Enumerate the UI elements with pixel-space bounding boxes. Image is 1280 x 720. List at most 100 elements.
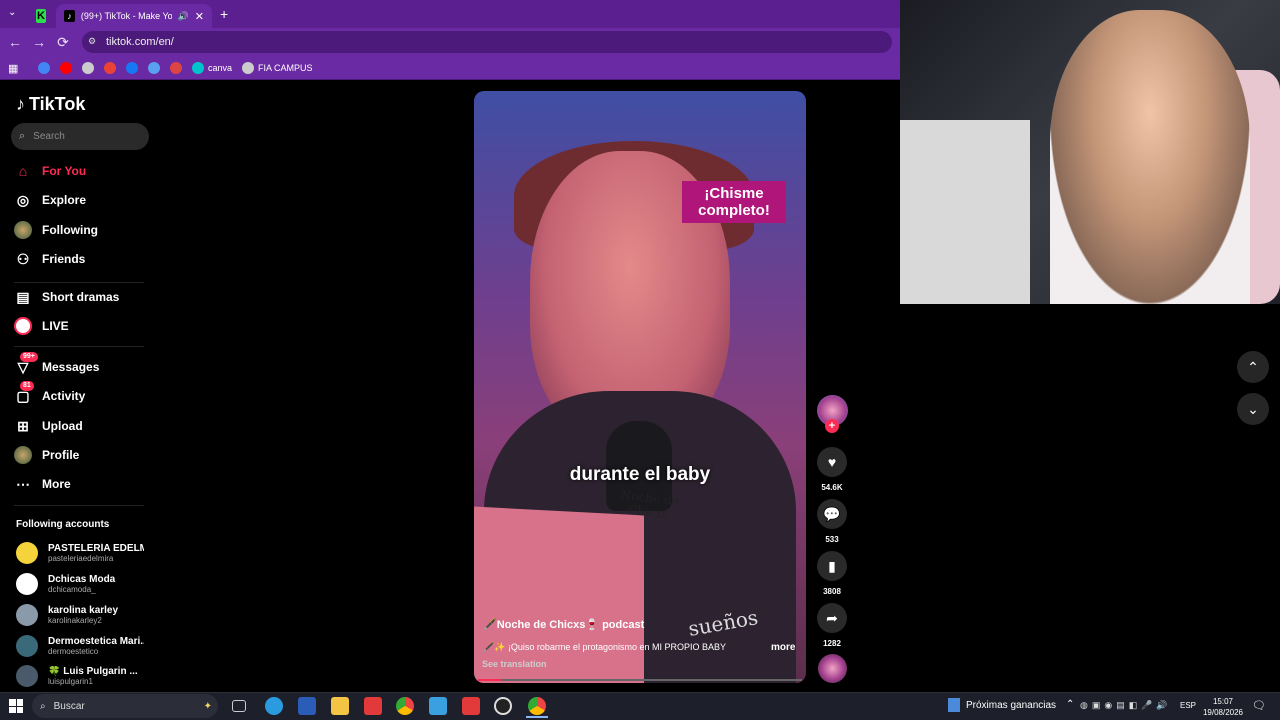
- compass-icon: ◎: [16, 191, 30, 208]
- bookmark-item[interactable]: [82, 62, 94, 74]
- webcam-streamer: [1050, 10, 1250, 304]
- follow-plus-icon[interactable]: +: [825, 419, 839, 433]
- apps-grid-icon[interactable]: ▦: [8, 60, 18, 76]
- bookmark-item[interactable]: [104, 62, 116, 74]
- comment-icon[interactable]: 💬: [817, 499, 847, 529]
- back-button[interactable]: ←: [6, 33, 24, 51]
- task-view-icon[interactable]: [232, 700, 246, 712]
- account-text: karolina karley karolinakarley2: [48, 605, 144, 626]
- following-account[interactable]: Dchicas Moda dchicamoda_: [16, 571, 144, 597]
- document-icon: [948, 698, 960, 712]
- taskbar-news-widget[interactable]: Próximas ganancias: [948, 698, 1056, 712]
- taskbar-search-label: Buscar: [53, 700, 85, 712]
- tab-tiktok[interactable]: ♪ (99+) TikTok - Make Your Da 🔊 ✕: [56, 4, 212, 28]
- sidebar-item-following[interactable]: Following: [14, 219, 98, 241]
- account-name: Dchicas Moda: [48, 573, 116, 585]
- pin-icon: [170, 62, 182, 74]
- heart-icon[interactable]: ♥: [817, 447, 847, 477]
- search-icon: ⌕: [19, 130, 26, 142]
- sidebar-item-for-you[interactable]: ⌂ For You: [14, 160, 86, 182]
- reload-button[interactable]: ⟳: [54, 33, 72, 51]
- account-name: 🍀 Luis Pulgarin ...: [48, 665, 138, 677]
- caption-more-button[interactable]: more: [771, 642, 795, 653]
- chrome-active-icon[interactable]: [528, 697, 546, 715]
- bookmark-item[interactable]: [60, 62, 72, 74]
- sidebar-item-label: Following: [42, 223, 98, 237]
- facebook-icon: [126, 62, 138, 74]
- bookmark-item[interactable]: [170, 62, 182, 74]
- search-input[interactable]: ⌕ Search: [11, 123, 149, 150]
- address-bar[interactable]: tiktok.com/en/: [82, 31, 892, 53]
- bookmark-icon[interactable]: ▮: [817, 551, 847, 581]
- obs-icon[interactable]: [494, 697, 512, 715]
- file-explorer-icon[interactable]: [331, 697, 349, 715]
- music-disc-avatar[interactable]: [818, 654, 847, 683]
- speaker-icon[interactable]: 🔊: [178, 11, 189, 22]
- video-frame-laptop: [474, 506, 644, 683]
- tiktok-logo[interactable]: ♪ TikTok: [16, 94, 85, 115]
- site-settings-icon[interactable]: ⚙: [88, 36, 96, 47]
- wps-icon[interactable]: [462, 697, 480, 715]
- sidebar-item-more[interactable]: ⋯ More: [14, 473, 71, 495]
- like-action[interactable]: ♥ 54.6K: [817, 447, 847, 492]
- bookmark-item[interactable]: [126, 62, 138, 74]
- tray-icons[interactable]: ◍▣◉▤◧🎤🔊: [1080, 700, 1172, 711]
- sidebar-item-upload[interactable]: ⊞ Upload: [14, 415, 83, 437]
- home-icon: ⌂: [18, 163, 28, 179]
- sidebar-item-live[interactable]: LIVE: [14, 315, 69, 337]
- following-account[interactable]: 🍀 Luis Pulgarin ... luispulgarin1: [16, 663, 144, 689]
- bookmark-item[interactable]: [148, 62, 160, 74]
- anydesk-icon[interactable]: [364, 697, 382, 715]
- save-action[interactable]: ▮ 3808: [817, 551, 847, 596]
- share-action[interactable]: ➦ 1282: [817, 603, 847, 648]
- sidebar-item-label: Messages: [42, 360, 100, 374]
- sidebar-item-short-dramas[interactable]: ▤ Short dramas: [14, 286, 119, 308]
- edge-icon[interactable]: [265, 697, 283, 715]
- caption-title[interactable]: 🖋️Noche de Chicxs🍷 podcast: [483, 618, 644, 631]
- bookmark-item[interactable]: FIA CAMPUS: [242, 62, 313, 74]
- active-app-indicator: [526, 716, 548, 718]
- globe-icon: [82, 62, 94, 74]
- clock[interactable]: 15:07 19/08/2026: [1198, 696, 1248, 718]
- following-account[interactable]: PASTELERÍA EDELM...pasteleriaedelmira: [16, 540, 144, 566]
- chrome-icon[interactable]: [396, 697, 414, 715]
- bookmark-item[interactable]: [38, 62, 50, 74]
- sidebar-item-label: For You: [42, 164, 87, 178]
- next-video-button[interactable]: ⌄: [1237, 393, 1269, 425]
- search-icon: ⌕: [40, 700, 46, 712]
- taskbar-search[interactable]: ⌕ Buscar ✦: [32, 694, 218, 718]
- sidebar-item-explore[interactable]: ◎ Explore: [14, 189, 86, 211]
- sidebar-item-label: Upload: [42, 419, 83, 433]
- share-icon[interactable]: ➦: [817, 603, 847, 633]
- video-progress-track[interactable]: [478, 679, 802, 681]
- tiktok-favicon-icon: ♪: [64, 10, 75, 22]
- search-placeholder: Search: [33, 131, 65, 142]
- sidebar-item-label: Friends: [42, 252, 86, 266]
- forward-button[interactable]: →: [30, 33, 48, 51]
- tab-kick[interactable]: K: [28, 4, 54, 28]
- tab-list-chevron-icon[interactable]: ⌄: [8, 7, 16, 18]
- sidebar-item-messages[interactable]: ▽ 99+ Messages: [14, 352, 100, 378]
- account-handle: pasteleriaedelmira: [48, 553, 114, 563]
- bookmark-item[interactable]: canva: [192, 62, 232, 74]
- notifications-icon[interactable]: 🗨: [1252, 699, 1266, 712]
- news-label: Próximas ganancias: [966, 699, 1057, 711]
- sidebar-item-friends[interactable]: ⚇ Friends: [14, 248, 86, 270]
- previous-video-button[interactable]: ⌃: [1237, 351, 1269, 383]
- tray-chevron-icon[interactable]: ⌃: [1066, 699, 1074, 710]
- following-account[interactable]: Dermoestetica Mari... dermoestetico: [16, 633, 144, 659]
- sidebar-item-activity[interactable]: ▢ 81 Activity: [14, 381, 85, 407]
- see-translation-link[interactable]: See translation: [482, 659, 547, 669]
- following-account[interactable]: karolina karley karolinakarley2: [16, 602, 144, 628]
- word-icon[interactable]: [298, 697, 316, 715]
- comment-action[interactable]: 💬 533: [817, 499, 847, 544]
- tab-close-icon[interactable]: ✕: [195, 10, 204, 23]
- avatar: [16, 635, 38, 657]
- windows-start-icon[interactable]: [9, 699, 23, 713]
- app-f-icon[interactable]: [429, 697, 447, 715]
- sidebar-item-profile[interactable]: Profile: [14, 444, 79, 466]
- language-indicator[interactable]: ESP: [1180, 701, 1196, 710]
- video-player[interactable]: Noche de Chicxs sueños ¡Chisme completo!…: [474, 91, 806, 683]
- new-tab-button[interactable]: +: [220, 6, 228, 22]
- cloud-icon: [148, 62, 160, 74]
